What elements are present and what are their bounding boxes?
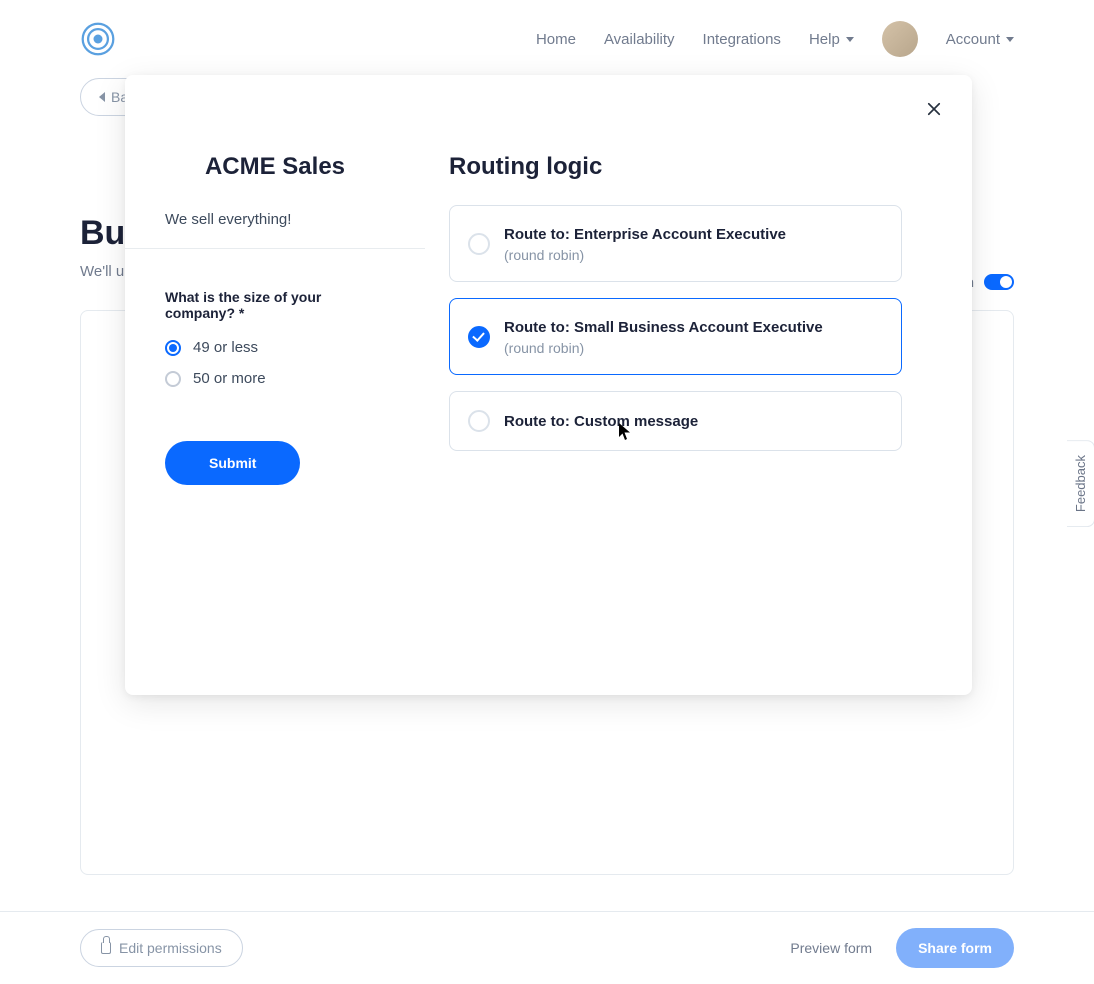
- edit-permissions-button[interactable]: Edit permissions: [80, 929, 243, 967]
- edit-permissions-label: Edit permissions: [119, 940, 222, 956]
- route-radio-icon: [468, 410, 490, 432]
- chevron-left-icon: [99, 92, 105, 102]
- route-title: Route to: Small Business Account Executi…: [504, 317, 883, 338]
- route-subtitle: (round robin): [504, 247, 883, 263]
- nav-help-label: Help: [809, 31, 840, 48]
- radio-label: 50 or more: [193, 370, 266, 387]
- avatar[interactable]: [882, 21, 918, 57]
- route-card-custom-message[interactable]: Route to: Custom message: [449, 391, 902, 451]
- toggle-row: n: [966, 274, 1014, 290]
- form-description: We sell everything!: [165, 211, 385, 228]
- top-nav: Home Availability Integrations Help Acco…: [0, 0, 1094, 78]
- radio-icon: [165, 371, 181, 387]
- toggle-switch[interactable]: [984, 274, 1014, 290]
- route-title: Route to: Custom message: [504, 411, 883, 432]
- nav-account-label: Account: [946, 31, 1000, 48]
- radio-icon: [165, 340, 181, 356]
- feedback-tab[interactable]: Feedback: [1067, 440, 1094, 527]
- route-card-enterprise[interactable]: Route to: Enterprise Account Executive (…: [449, 205, 902, 282]
- route-subtitle: (round robin): [504, 340, 883, 356]
- route-title: Route to: Enterprise Account Executive: [504, 224, 883, 245]
- nav-account[interactable]: Account: [946, 31, 1014, 48]
- question-label: What is the size of your company? *: [165, 289, 385, 321]
- routing-logic-title: Routing logic: [449, 153, 902, 181]
- chevron-down-icon: [846, 37, 854, 42]
- route-card-small-business[interactable]: Route to: Small Business Account Executi…: [449, 298, 902, 375]
- close-icon: [925, 100, 943, 118]
- preview-form-link[interactable]: Preview form: [790, 940, 872, 956]
- nav-help[interactable]: Help: [809, 31, 854, 48]
- nav-availability[interactable]: Availability: [604, 31, 675, 48]
- chevron-down-icon: [1006, 37, 1014, 42]
- nav-integrations[interactable]: Integrations: [703, 31, 781, 48]
- submit-button[interactable]: Submit: [165, 441, 300, 485]
- footer-bar: Edit permissions Preview form Share form: [0, 911, 1094, 984]
- form-name: ACME Sales: [165, 153, 385, 181]
- routing-preview-modal: ACME Sales We sell everything! What is t…: [125, 75, 972, 695]
- share-form-button[interactable]: Share form: [896, 928, 1014, 968]
- app-logo[interactable]: [80, 21, 116, 57]
- radio-option-49-or-less[interactable]: 49 or less: [165, 339, 385, 356]
- lock-icon: [101, 942, 111, 954]
- route-radio-icon: [468, 326, 490, 348]
- nav-home[interactable]: Home: [536, 31, 576, 48]
- route-radio-icon: [468, 233, 490, 255]
- radio-label: 49 or less: [193, 339, 258, 356]
- radio-option-50-or-more[interactable]: 50 or more: [165, 370, 385, 387]
- close-button[interactable]: [922, 97, 946, 121]
